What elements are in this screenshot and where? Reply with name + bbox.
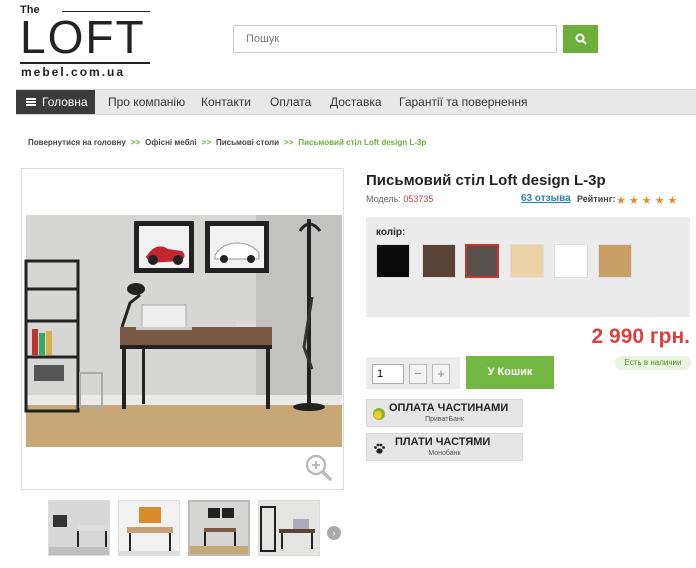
breadcrumb-separator: >> (130, 138, 141, 147)
color-swatch-light-beech[interactable] (510, 244, 544, 278)
nav-item-contacts[interactable]: Контакти (201, 90, 251, 114)
breadcrumb-separator: >> (201, 138, 211, 147)
star-icon: ★ (616, 195, 626, 207)
search-input[interactable] (233, 25, 557, 53)
logo-brand: LOFT (20, 11, 146, 63)
star-icon: ★ (667, 195, 678, 207)
breadcrumb-current: Письмовий стіл Loft design L-3p (298, 138, 427, 147)
quantity-decrease-button[interactable]: − (409, 364, 427, 384)
product-price: 2 990 грн. (591, 325, 690, 348)
payment-title: ОПЛАТА ЧАСТИНАМИ (389, 402, 509, 414)
thumbnail-next-button[interactable]: › (327, 526, 341, 540)
rating-stars: ★ ★ ★ ★ ★ (616, 191, 680, 209)
nav-item-payment[interactable]: Оплата (270, 90, 311, 114)
color-swatch-black[interactable] (376, 244, 410, 278)
pay-in-parts-privatbank-button[interactable]: ОПЛАТА ЧАСТИНАМИ ПриватБанк (366, 399, 523, 427)
breadcrumb-separator: >> (284, 138, 294, 147)
breadcrumb-office-furniture[interactable]: Офісні меблі (145, 138, 196, 147)
chevron-right-icon: › (332, 528, 336, 538)
payment-title: ПЛАТИ ЧАСТЯМИ (395, 436, 491, 448)
logo-rule-bottom (20, 62, 150, 64)
rating-label: Рейтинг: (577, 194, 616, 204)
color-swatch-dark-walnut[interactable] (422, 244, 456, 278)
nav-item-label: Головна (42, 95, 88, 109)
nav-item-warranty[interactable]: Гарантії та повернення (399, 90, 527, 114)
color-selector: колір: (366, 217, 690, 317)
product-title: Письмовий стіл Loft design L-3p (366, 172, 606, 189)
product-thumbnail[interactable] (48, 500, 110, 556)
color-swatch-white[interactable] (554, 244, 588, 278)
star-icon: ★ (628, 195, 639, 207)
nav-item-delivery[interactable]: Доставка (330, 90, 382, 114)
breadcrumb-home[interactable]: Повернутися на головну (28, 138, 126, 147)
nav-item-about[interactable]: Про компанію (108, 90, 185, 114)
star-icon: ★ (654, 195, 665, 207)
quantity-input[interactable] (372, 364, 404, 384)
quantity-increase-button[interactable]: + (432, 364, 450, 384)
color-label: колір: (376, 227, 406, 238)
site-logo[interactable]: The LOFT mebel.com.ua (20, 2, 152, 79)
search-button[interactable] (563, 25, 598, 53)
product-thumbnail[interactable] (258, 500, 320, 556)
zoom-icon[interactable] (304, 453, 334, 488)
logo-domain: mebel.com.ua (21, 65, 126, 79)
product-thumbnail[interactable] (118, 500, 180, 556)
nav-item-home[interactable]: Головна (16, 90, 95, 114)
breadcrumb: Повернутися на головну >> Офісні меблі >> Пи… (28, 138, 426, 147)
product-photo (24, 215, 342, 447)
stock-badge: Есть в наличии (615, 356, 691, 370)
main-nav: Головна Про компанію Контакти Оплата Дос… (16, 89, 696, 115)
breadcrumb-desks[interactable]: Письмові столи (216, 138, 279, 147)
search-icon (575, 33, 587, 45)
product-model: Модель: 053735 (366, 194, 433, 204)
product-thumbnail-active[interactable] (188, 500, 250, 556)
payment-bank: ПриватБанк (425, 416, 464, 423)
color-swatch-sonoma-oak[interactable] (598, 244, 632, 278)
menu-icon (26, 98, 36, 106)
reviews-link[interactable]: 63 отзыва (521, 193, 571, 204)
product-main-image[interactable] (21, 168, 344, 490)
color-swatch-graphite-oak[interactable] (465, 244, 499, 278)
add-to-cart-button[interactable]: У Кошик (466, 356, 554, 389)
pay-in-parts-monobank-button[interactable]: ПЛАТИ ЧАСТЯМИ Монобанк (366, 433, 523, 461)
star-icon: ★ (641, 195, 652, 207)
model-code: 053735 (403, 194, 434, 204)
model-label: Модель: (366, 194, 401, 204)
payment-bank: Монобанк (428, 450, 461, 457)
